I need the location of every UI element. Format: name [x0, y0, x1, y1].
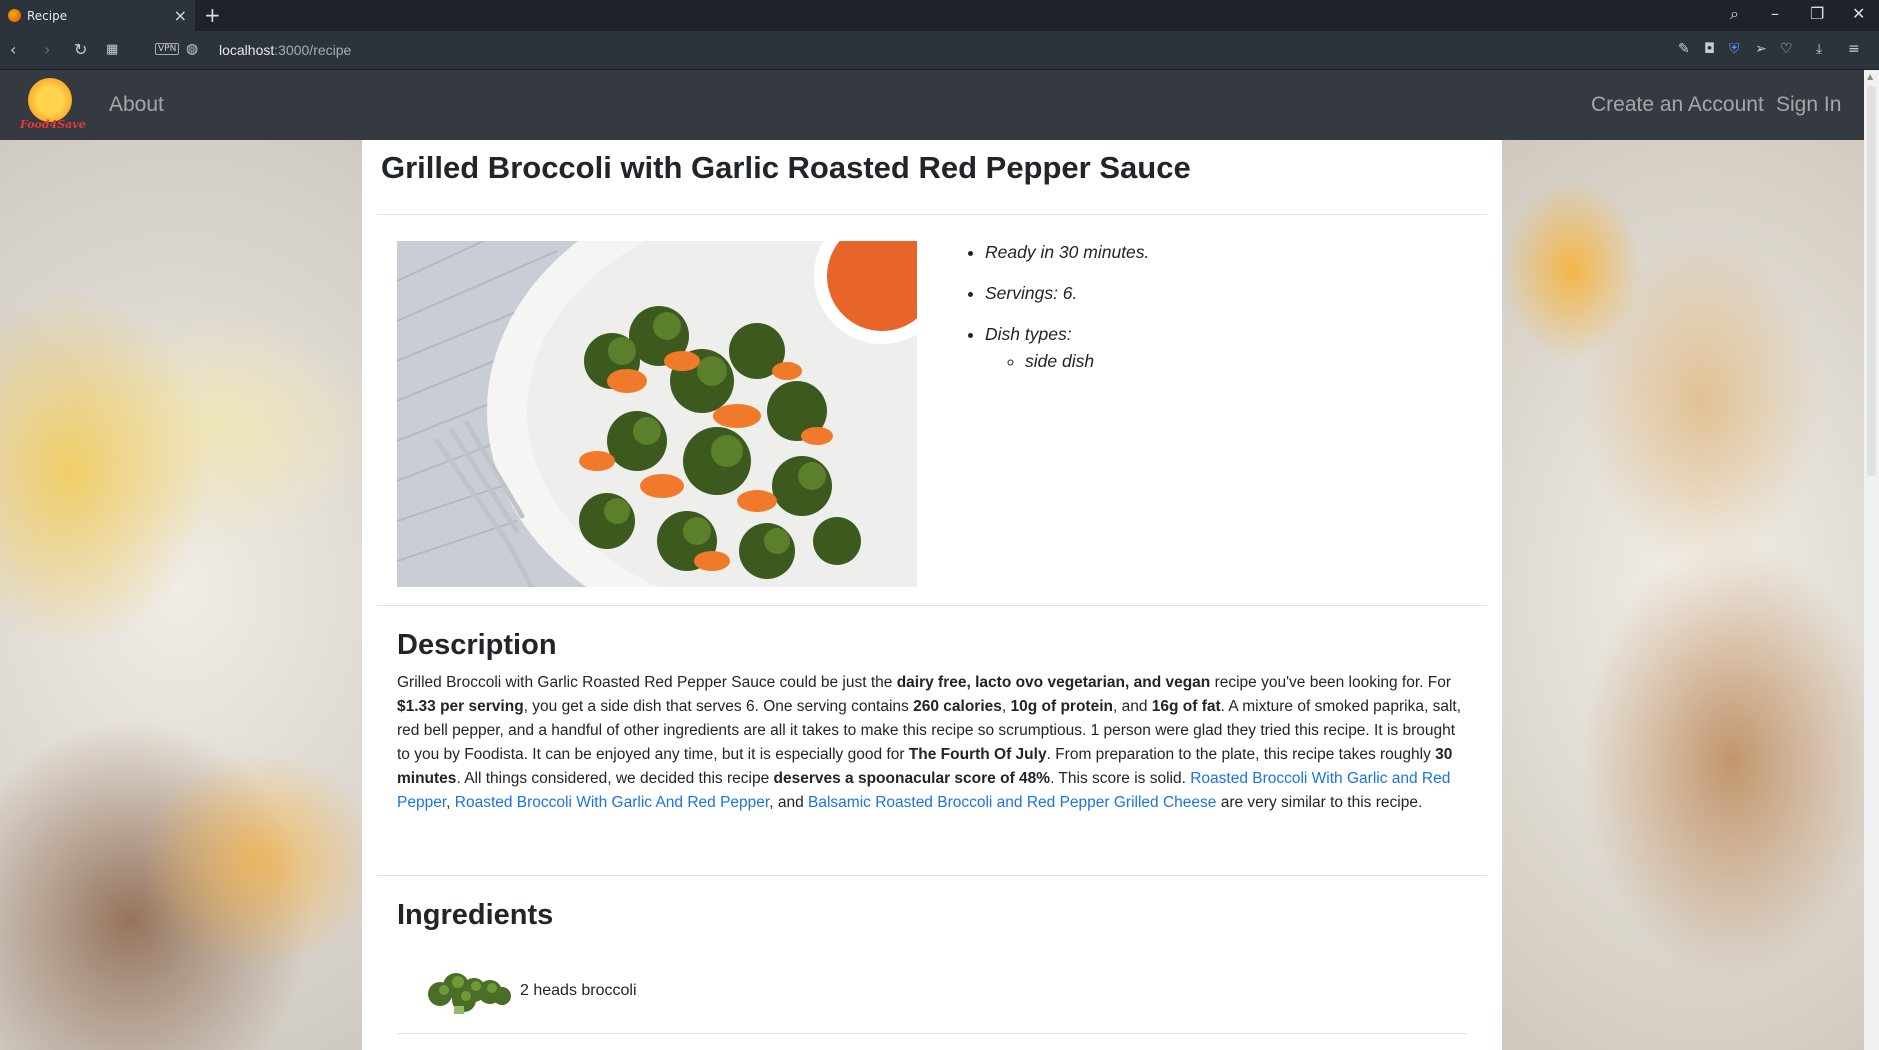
dish-types-label: Dish types: — [985, 324, 1072, 344]
download-icon[interactable]: ⤓ — [1816, 41, 1822, 57]
nav-sign-in[interactable]: Sign In — [1776, 93, 1841, 117]
heart-icon[interactable]: ♡ — [1780, 41, 1793, 57]
sun-icon — [28, 78, 72, 122]
background-food-image-left — [0, 140, 362, 1050]
dish-types: Dish types: side dish — [985, 323, 1465, 373]
search-tabs-icon[interactable]: ⌕ — [1730, 4, 1739, 24]
address-bar: ‹ › ↻ ▦ VPN ◍ localhost:3000/recipe ✎ ◘ … — [0, 31, 1879, 70]
globe-icon: ◍ — [186, 41, 199, 57]
description-heading: Description — [397, 629, 557, 661]
vpn-badge[interactable]: VPN — [155, 43, 180, 55]
back-icon[interactable]: ‹ — [10, 40, 16, 59]
reload-icon[interactable]: ↻ — [74, 40, 87, 59]
edit-icon[interactable]: ✎ — [1678, 41, 1690, 57]
recipe-panel: Grilled Broccoli with Garlic Roasted Red… — [362, 140, 1502, 1050]
divider — [377, 605, 1487, 606]
send-icon[interactable]: ➢ — [1755, 41, 1767, 57]
scroll-up-icon[interactable]: ▲ — [1867, 72, 1873, 81]
favicon-icon — [8, 9, 21, 22]
divider — [377, 214, 1487, 215]
logo-text: Food4Save — [20, 118, 86, 131]
description-text: Grilled Broccoli with Garlic Roasted Red… — [397, 674, 1462, 811]
new-tab-icon[interactable]: + — [204, 3, 221, 27]
divider — [397, 1033, 1467, 1034]
menu-icon[interactable]: ≡ — [1848, 41, 1860, 57]
minimize-icon[interactable]: – — [1771, 4, 1779, 23]
recipe-image — [397, 241, 917, 587]
tab-close-icon[interactable]: × — [174, 6, 187, 25]
dish-type-item: side dish — [1025, 350, 1465, 373]
page-scrollbar[interactable]: ▲ — [1864, 70, 1879, 1050]
shield-icon[interactable]: ⛨ — [1729, 41, 1740, 57]
divider — [377, 875, 1487, 876]
recipe-title: Grilled Broccoli with Garlic Roasted Red… — [381, 150, 1191, 185]
similar-recipe-link-3[interactable]: Balsamic Roasted Broccoli and Red Pepper… — [808, 794, 1216, 811]
restore-icon[interactable]: ❐ — [1810, 4, 1824, 23]
grid-icon[interactable]: ▦ — [106, 42, 118, 57]
site-navbar: Food4Save About Create an Account Sign I… — [0, 70, 1864, 140]
nav-create-account[interactable]: Create an Account — [1591, 93, 1764, 117]
recipe-facts: Ready in 30 minutes. Servings: 6. Dish t… — [965, 241, 1465, 391]
url-text[interactable]: localhost:3000/recipe — [219, 42, 351, 58]
background-food-image-right — [1502, 140, 1864, 1050]
forward-icon[interactable]: › — [44, 40, 50, 59]
scrollbar-thumb[interactable] — [1867, 86, 1876, 476]
similar-recipe-link-2[interactable]: Roasted Broccoli With Garlic And Red Pep… — [455, 794, 769, 811]
tab-title: Recipe — [27, 8, 68, 23]
tab-recipe[interactable]: Recipe × — [0, 0, 195, 31]
list-item: 2 heads broccoli — [424, 966, 637, 1016]
nav-about[interactable]: About — [109, 93, 164, 117]
ingredient-text: 2 heads broccoli — [520, 982, 637, 999]
site-logo[interactable]: Food4Save — [20, 78, 86, 134]
broccoli-icon — [428, 973, 511, 1014]
ingredients-heading: Ingredients — [397, 899, 554, 931]
servings: Servings: 6. — [985, 282, 1465, 305]
camera-icon[interactable]: ◘ — [1704, 41, 1715, 57]
ready-time: Ready in 30 minutes. — [985, 241, 1465, 264]
close-window-icon[interactable]: ✕ — [1852, 4, 1865, 23]
browser-tab-bar: Recipe × + ⌕ – ❐ ✕ — [0, 0, 1879, 31]
